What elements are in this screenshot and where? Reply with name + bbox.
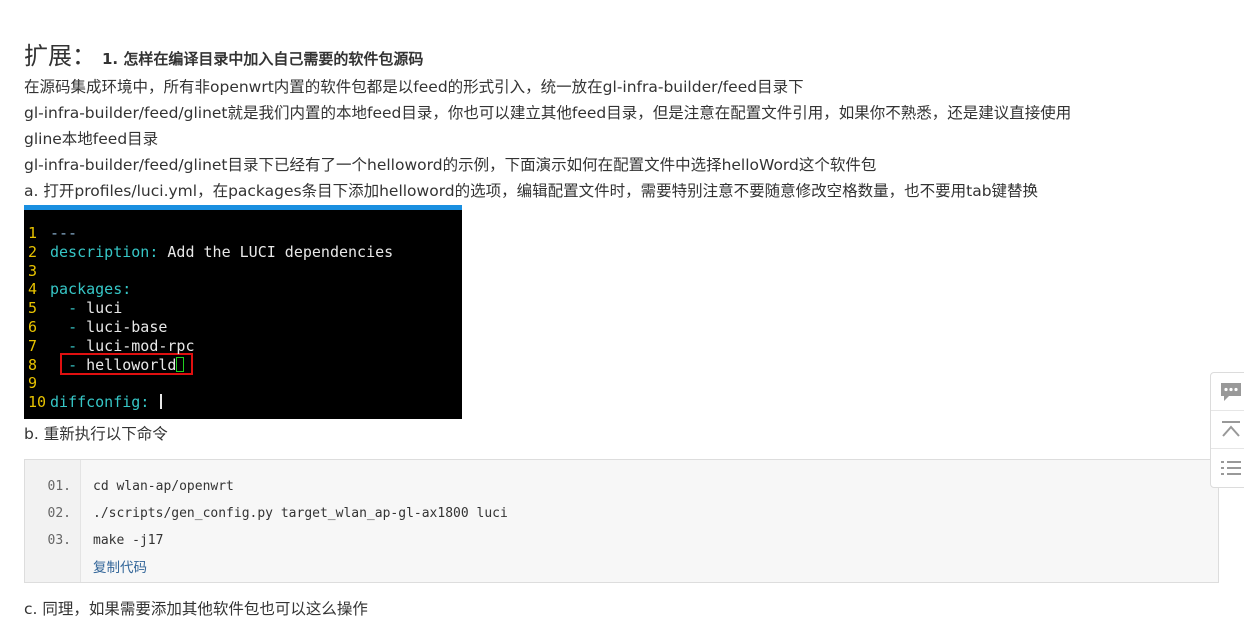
terminal-line: 3 (24, 262, 50, 281)
code-line: 01. cd wlan-ap/openwrt (25, 477, 1218, 497)
terminal-line: 8 - helloworld (24, 355, 185, 375)
paragraph-step-a: a. 打开profiles/luci.yml，在packages条目下添加hel… (24, 182, 1039, 200)
terminal-line: 9 (24, 374, 50, 393)
terminal-line-number: 1 (28, 224, 38, 242)
paragraph-step-c: c. 同理，如果需要添加其他软件包也可以这么操作 (24, 600, 368, 618)
terminal-line-number: 10 (28, 393, 47, 412)
heading-subtitle: 1. 怎样在编译目录中加入自己需要的软件包源码 (102, 50, 424, 68)
list-icon (1221, 461, 1241, 475)
yaml-value (149, 393, 158, 411)
terminal-line-number: 4 (28, 280, 38, 299)
code-line-text: ./scripts/gen_config.py target_wlan_ap-g… (93, 506, 508, 521)
terminal-line: 2 description: Add the LUCI dependencies (24, 243, 393, 262)
yaml-list-item: luci (86, 299, 123, 318)
yaml-key: diffconfig (50, 393, 141, 412)
code-line: 03. make -j17 (25, 531, 1218, 551)
terminal-line-number: 3 (28, 261, 38, 280)
text-caret (160, 394, 163, 410)
terminal-line: 7 - luci-mod-rpc (24, 337, 195, 356)
terminal-screenshot: 1 --- 2 description: Add the LUCI dependenc… (24, 205, 462, 419)
code-line-number: 02. (47, 506, 71, 521)
back-to-top-icon (1222, 421, 1240, 437)
terminal-line: 4 packages: (24, 280, 131, 299)
block-cursor (176, 356, 185, 372)
terminal-line: 1 --- (24, 224, 77, 243)
paragraph-step-b: b. 重新执行以下命令 (24, 425, 168, 443)
yaml-list-item: helloworld (86, 355, 177, 374)
terminal-line-number: 6 (28, 318, 38, 336)
paragraph-helloword: gl-infra-builder/feed/glinet目录下已经有了一个hel… (24, 156, 877, 174)
yaml-list-dash: - (68, 355, 87, 374)
code-line-text: cd wlan-ap/openwrt (93, 479, 234, 494)
code-line: 02. ./scripts/gen_config.py target_wlan_a… (25, 504, 1218, 524)
terminal-line: 10 diffconfig: (24, 393, 163, 412)
yaml-list-item: luci-mod-rpc (86, 336, 195, 355)
terminal-line-number: 5 (28, 299, 38, 318)
yaml-list-dash: - (68, 336, 87, 355)
yaml-colon: : (140, 393, 150, 412)
paragraph-glinet-line2: gline本地feed目录 (24, 130, 159, 148)
comment-icon (1221, 383, 1241, 401)
yaml-key: packages (50, 280, 123, 299)
yaml-list-dash: - (68, 299, 87, 318)
code-line-number: 03. (47, 533, 71, 548)
terminal-line: 6 - luci-base (24, 318, 167, 337)
yaml-key: description (50, 242, 150, 261)
side-toolbar (1210, 372, 1244, 488)
code-line-text: make -j17 (93, 533, 164, 548)
yaml-colon: : (122, 280, 132, 299)
list-button[interactable] (1211, 449, 1244, 487)
terminal-line-number: 8 (28, 355, 38, 374)
heading-expand: 扩展： (24, 42, 96, 70)
terminal-line-number: 2 (28, 242, 38, 261)
terminal-line-number: 7 (28, 336, 38, 355)
section-heading: 扩展： 1. 怎样在编译目录中加入自己需要的软件包源码 (24, 36, 423, 71)
code-line-number: 01. (47, 479, 71, 494)
yaml-value: Add the LUCI dependencies (158, 242, 394, 261)
terminal-line: 5 - luci (24, 299, 122, 318)
terminal-line-number: 9 (28, 374, 38, 393)
copy-code-link[interactable]: 复制代码 (93, 556, 147, 576)
yaml-list-dash: - (68, 318, 87, 336)
yaml-text: --- (50, 224, 78, 242)
paragraph-feed-intro: 在源码集成环境中，所有非openwrt内置的软件包都是以feed的形式引入，统一… (24, 78, 804, 96)
back-to-top-button[interactable] (1211, 411, 1244, 449)
paragraph-glinet-line1: gl-infra-builder/feed/glinet就是我们内置的本地fee… (24, 104, 1072, 122)
comment-button[interactable] (1211, 373, 1244, 411)
yaml-list-item: luci-base (86, 318, 168, 336)
code-block: 复制代码 01. cd wlan-ap/openwrt 02. ./scripts/g… (24, 459, 1219, 583)
